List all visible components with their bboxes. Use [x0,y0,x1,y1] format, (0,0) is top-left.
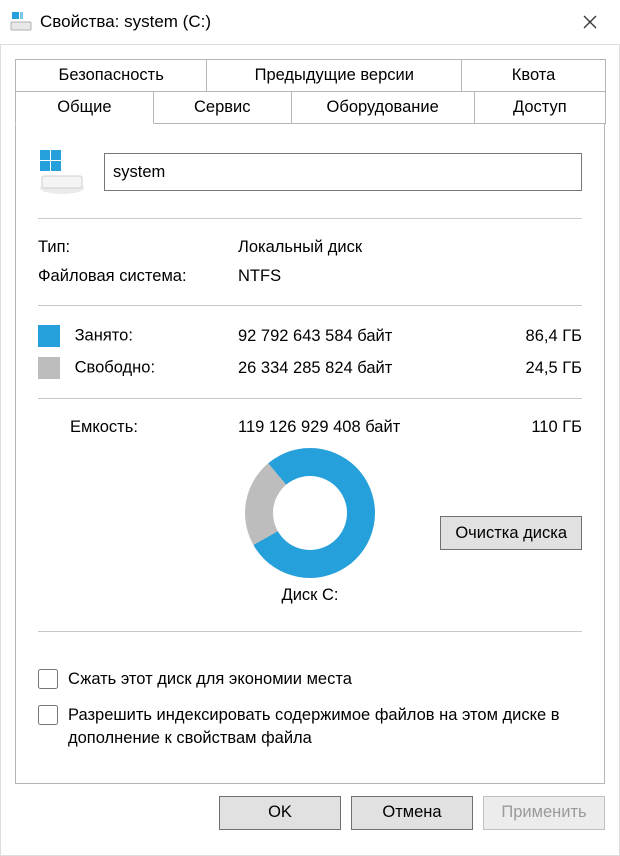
space-table: Занято: 92 792 643 584 байт 86,4 ГБ Своб… [38,320,582,384]
tab-hardware[interactable]: Оборудование [291,91,475,124]
capacity-bytes: 119 126 929 408 байт [238,413,472,442]
disk-caption: Диск C: [282,586,339,605]
used-bytes: 92 792 643 584 байт [238,320,472,352]
type-value: Локальный диск [238,233,472,262]
volume-name-input[interactable] [104,153,582,191]
ok-button[interactable]: OK [219,796,341,830]
free-label: Свободно: [75,358,155,376]
used-swatch-icon [38,325,60,347]
window-title: Свойства: system (C:) [40,12,570,32]
free-swatch-icon [38,357,60,379]
drive-icon [38,148,86,196]
compress-label[interactable]: Сжать этот диск для экономии места [68,668,582,690]
tab-general[interactable]: Общие [15,91,154,124]
fs-label: Файловая система: [38,262,238,291]
general-panel: Тип: Локальный диск Файловая система: NT… [15,123,605,784]
client-area: Безопасность Предыдущие версии Квота Общ… [0,44,620,856]
tabstrip: Безопасность Предыдущие версии Квота Общ… [15,59,605,784]
index-checkbox[interactable] [38,705,58,725]
compress-checkbox[interactable] [38,669,58,689]
close-icon[interactable] [570,2,610,42]
titlebar: Свойства: system (C:) [0,0,620,44]
capacity-gb: 110 ГБ [472,413,582,442]
used-gb: 86,4 ГБ [472,320,582,352]
index-label[interactable]: Разрешить индексировать содержимое файло… [68,704,582,749]
capacity-table: Емкость: 119 126 929 408 байт 110 ГБ [38,413,582,442]
cancel-button[interactable]: Отмена [351,796,473,830]
free-bytes: 26 334 285 824 байт [238,352,472,384]
free-gb: 24,5 ГБ [472,352,582,384]
tab-tools[interactable]: Сервис [153,91,292,124]
apply-button[interactable]: Применить [483,796,605,830]
tab-security[interactable]: Безопасность [15,59,207,92]
tab-previous-versions[interactable]: Предыдущие версии [206,59,462,92]
drive-titlebar-icon [10,11,32,33]
fs-value: NTFS [238,262,472,291]
tab-sharing[interactable]: Доступ [474,91,606,124]
tab-quota[interactable]: Квота [461,59,606,92]
used-label: Занято: [75,326,133,344]
type-label: Тип: [38,233,238,262]
type-table: Тип: Локальный диск Файловая система: NT… [38,233,582,291]
disk-cleanup-button[interactable]: Очистка диска [440,516,582,550]
dialog-buttons: OK Отмена Применить [15,784,605,830]
capacity-label: Емкость: [38,413,238,442]
